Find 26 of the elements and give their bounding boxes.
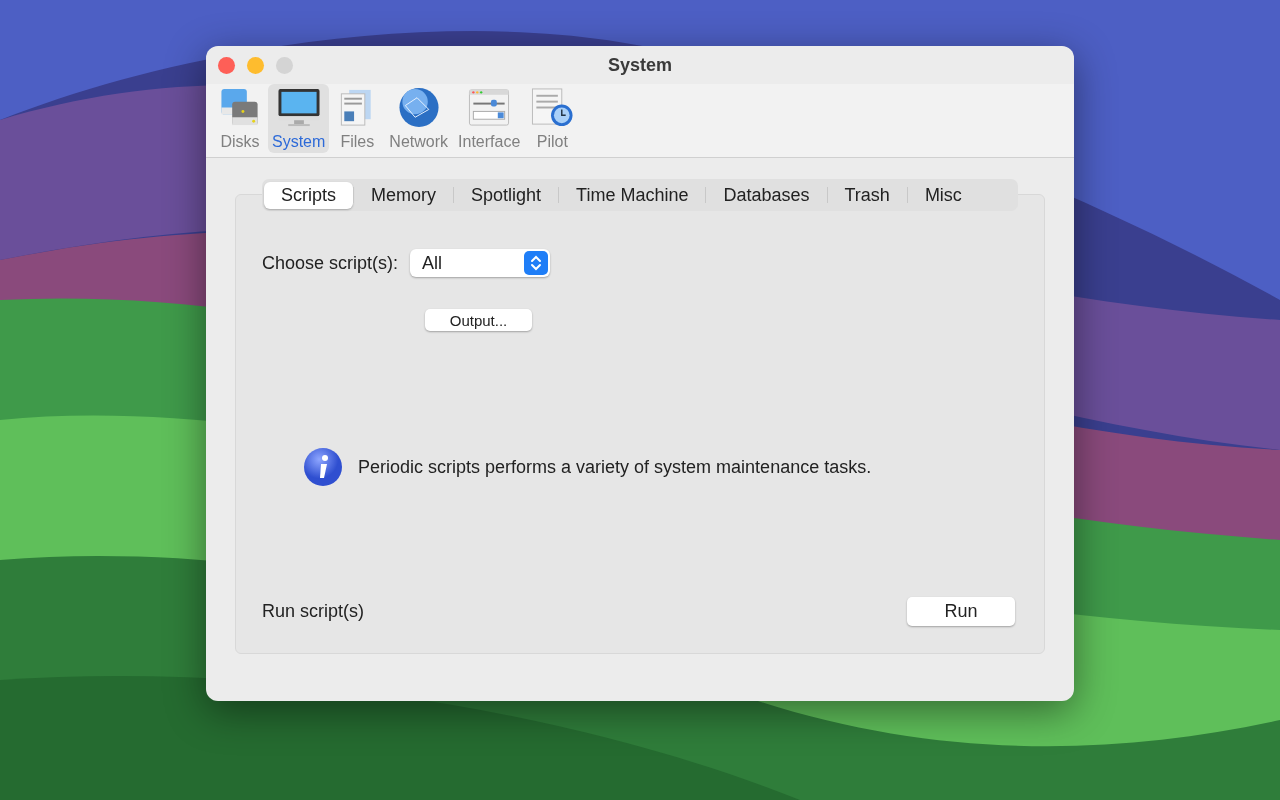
tab[interactable]: Memory — [354, 181, 454, 209]
tab[interactable]: Spotlight — [454, 181, 559, 209]
toolbar-item[interactable]: Pilot — [526, 84, 579, 153]
monitor-icon — [276, 86, 321, 129]
minimize-button[interactable] — [247, 57, 264, 74]
info-text: Periodic scripts performs a variety of system maintenance tasks. — [358, 456, 872, 478]
tab[interactable]: Scripts — [264, 181, 353, 209]
toolbar-item[interactable]: Interface — [454, 84, 525, 153]
toolbar-item[interactable]: Files — [331, 84, 384, 153]
toolbar-item[interactable]: System — [268, 84, 330, 153]
info-icon — [303, 447, 343, 487]
toolbar-item[interactable]: Network — [385, 84, 453, 153]
run-button[interactable]: Run — [907, 597, 1015, 626]
close-button[interactable] — [218, 57, 235, 74]
choose-label: Choose script(s): — [262, 252, 399, 274]
globe-icon — [396, 86, 441, 129]
script-popup[interactable]: All — [410, 249, 551, 277]
run-label: Run script(s) — [262, 601, 364, 622]
tab[interactable]: Trash — [827, 181, 907, 209]
tab[interactable]: Time Machine — [559, 181, 706, 209]
output-button[interactable]: Output... — [425, 309, 532, 331]
tab[interactable]: Misc — [907, 181, 979, 209]
tab[interactable]: Databases — [706, 181, 827, 209]
toolbar-item[interactable]: Disks — [214, 84, 266, 153]
window-title: System — [607, 54, 672, 76]
stepper-icon — [524, 251, 549, 275]
